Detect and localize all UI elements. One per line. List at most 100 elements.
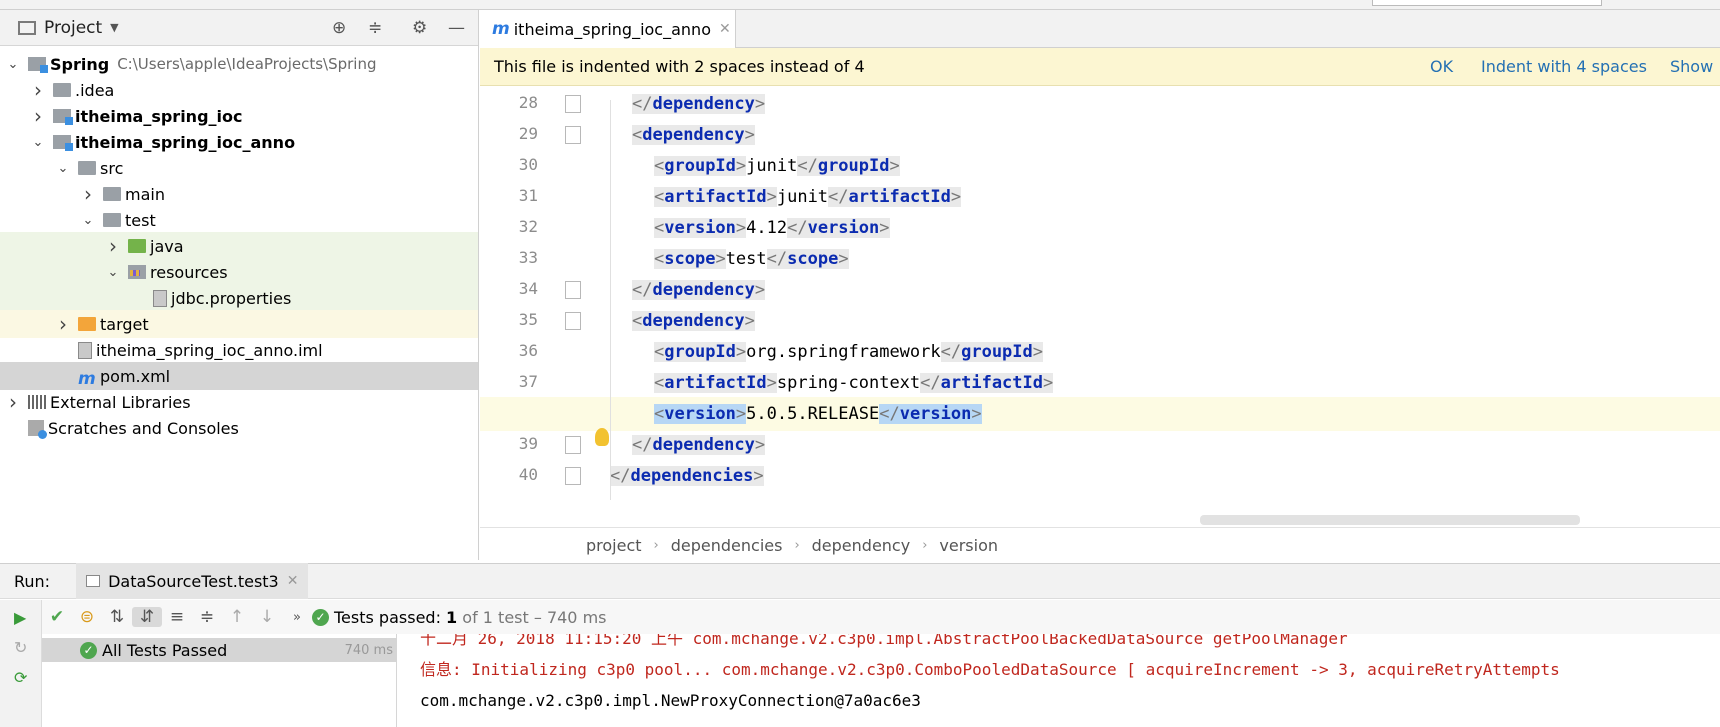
hide-icon[interactable]: — (448, 18, 465, 38)
line-number: 39 (518, 434, 538, 453)
code-line[interactable]: <groupId>org.springframework</groupId> (654, 335, 1044, 369)
project-panel-title[interactable]: Project (44, 18, 102, 38)
sort-alphabetically-icon[interactable]: ⇅ (102, 607, 132, 627)
code-line[interactable]: <dependency> (632, 304, 755, 338)
xml-bracket: > (735, 156, 747, 176)
chevron-right-icon[interactable]: › (56, 312, 70, 336)
chevron-right-icon[interactable]: › (31, 104, 45, 128)
chevron-down-icon[interactable]: ⌄ (56, 161, 70, 176)
run-panel-header: Run: DataSourceTest.test3 ✕ (0, 563, 1720, 599)
gear-icon[interactable]: ⚙ (412, 18, 427, 38)
rerun-failed-icon[interactable]: ↻ (14, 638, 27, 657)
line-number: 40 (518, 465, 538, 484)
tree-item[interactable]: › main (0, 180, 478, 208)
line-number: 34 (518, 279, 538, 298)
fold-marker-icon[interactable] (565, 95, 581, 113)
code-line[interactable]: </dependencies> (610, 459, 764, 493)
collapse-all-icon[interactable]: ≑ (192, 607, 222, 627)
collapse-all-icon[interactable]: ≑ (368, 18, 382, 38)
code-line[interactable]: <groupId>junit</groupId> (654, 149, 900, 183)
xml-tag-name: groupId (817, 156, 890, 176)
code-editor[interactable]: </dependency> <dependency> <groupId>junit<… (480, 87, 1720, 527)
tree-item[interactable]: › target (0, 310, 478, 338)
code-line[interactable]: </dependency> (632, 87, 766, 121)
close-icon[interactable]: ✕ (719, 21, 731, 37)
tree-item[interactable]: › .idea (0, 76, 478, 104)
code-line[interactable]: <version>4.12</version> (654, 211, 890, 245)
breadcrumb-item[interactable]: version (939, 536, 998, 555)
project-tree: ⌄ Spring C:\Users\apple\IdeaProjects\Sprin… (0, 46, 478, 439)
chevron-down-icon[interactable]: ⌄ (81, 213, 95, 228)
code-line[interactable]: </dependency> (632, 428, 766, 462)
tests-status-count: 1 (446, 607, 458, 627)
expand-all-icon[interactable]: ≡ (162, 607, 192, 627)
xml-tag-name: version (664, 218, 736, 238)
breadcrumb-item[interactable]: dependencies (671, 536, 783, 555)
tree-item[interactable]: › External Libraries (0, 388, 478, 416)
close-icon[interactable]: ✕ (287, 573, 299, 589)
tree-item-label: External Libraries (50, 392, 191, 412)
notice-ok-link[interactable]: OK (1430, 57, 1453, 76)
chevron-down-icon[interactable]: ⌄ (6, 57, 20, 72)
indent-with-4-spaces-link[interactable]: Indent with 4 spaces (1481, 57, 1647, 76)
code-line[interactable]: <dependency> (632, 118, 755, 152)
next-failed-icon[interactable]: ↓ (252, 607, 282, 627)
tree-item[interactable]: ⌄ Spring C:\Users\apple\IdeaProjects\Sprin… (0, 50, 478, 78)
console-output[interactable]: 十二月 26, 2018 11:15:20 上午 com.mchange.v2.… (398, 634, 1720, 727)
file-icon (153, 289, 167, 307)
rerun-icon[interactable]: ▶ (14, 608, 26, 627)
tests-status-suffix: of 1 test – 740 ms (457, 607, 607, 627)
tree-item-label: itheima_spring_ioc_anno.iml (96, 340, 323, 360)
sort-by-duration-icon[interactable]: ⇵ (132, 607, 162, 627)
code-line[interactable]: </dependency> (632, 273, 766, 307)
xml-tag-name: version (664, 404, 736, 424)
tree-item-label: target (100, 314, 149, 334)
editor-tab-pom[interactable]: m itheima_spring_ioc_anno ✕ (480, 10, 736, 48)
breadcrumb-item[interactable]: project (586, 536, 642, 555)
locate-icon[interactable]: ⊕ (332, 18, 346, 38)
chevron-right-icon[interactable]: › (31, 78, 45, 102)
chevron-down-icon[interactable]: ⌄ (106, 265, 120, 280)
chevron-right-icon[interactable]: › (106, 234, 120, 258)
show-ignored-icon[interactable]: ⊜ (72, 607, 102, 627)
fold-marker-icon[interactable] (565, 312, 581, 330)
breadcrumb: project › dependencies › dependency › version (480, 527, 1720, 563)
tree-item[interactable]: jdbc.properties (0, 284, 478, 312)
code-line[interactable]: <artifactId>junit</artifactId> (654, 180, 962, 214)
tree-item[interactable]: Scratches and Consoles (0, 414, 478, 442)
fold-marker-icon[interactable] (565, 126, 581, 144)
tree-item[interactable]: › itheima_spring_ioc (0, 102, 478, 130)
tree-item[interactable]: ⌄ test (0, 206, 478, 234)
xml-bracket: > (754, 94, 766, 114)
test-row-all-passed[interactable]: ✓ All Tests Passed 740 ms (42, 638, 397, 662)
chevron-right-icon[interactable]: › (6, 390, 20, 414)
horizontal-scrollbar[interactable] (1200, 515, 1580, 525)
tree-item[interactable]: › java (0, 232, 478, 260)
xml-tag-name: artifactId (664, 373, 767, 393)
fold-marker-icon[interactable] (565, 436, 581, 454)
code-line[interactable]: <version>5.0.5.RELEASE</version> (654, 397, 982, 431)
more-icon[interactable]: » (282, 610, 312, 625)
previous-failed-icon[interactable]: ↑ (222, 607, 252, 627)
tree-item[interactable]: m pom.xml (0, 362, 478, 390)
tree-item[interactable]: itheima_spring_ioc_anno.iml (0, 336, 478, 364)
chevron-down-icon[interactable]: ⌄ (31, 135, 45, 150)
toggle-auto-test-icon[interactable]: ⟳ (14, 668, 27, 687)
tree-item[interactable]: ⌄ resources (0, 258, 478, 286)
notice-show-link[interactable]: Show (1670, 57, 1713, 76)
breadcrumb-item[interactable]: dependency (812, 536, 911, 555)
folder-icon (103, 187, 121, 201)
code-line[interactable]: <scope>test</scope> (654, 242, 849, 276)
chevron-right-icon[interactable]: › (81, 182, 95, 206)
fold-marker-icon[interactable] (565, 281, 581, 299)
code-line[interactable]: <artifactId>spring-context</artifactId> (654, 366, 1054, 400)
fold-marker-icon[interactable] (565, 467, 581, 485)
tree-item[interactable]: ⌄ itheima_spring_ioc_anno (0, 128, 478, 156)
tree-item[interactable]: ⌄ src (0, 154, 478, 182)
run-tab[interactable]: DataSourceTest.test3 ✕ (76, 563, 309, 599)
search-field[interactable] (1372, 0, 1602, 6)
xml-bracket: > (754, 435, 766, 455)
lightbulb-icon[interactable] (595, 428, 609, 446)
chevron-down-icon[interactable]: ▼ (110, 21, 118, 34)
show-passed-icon[interactable]: ✔ (42, 607, 72, 627)
